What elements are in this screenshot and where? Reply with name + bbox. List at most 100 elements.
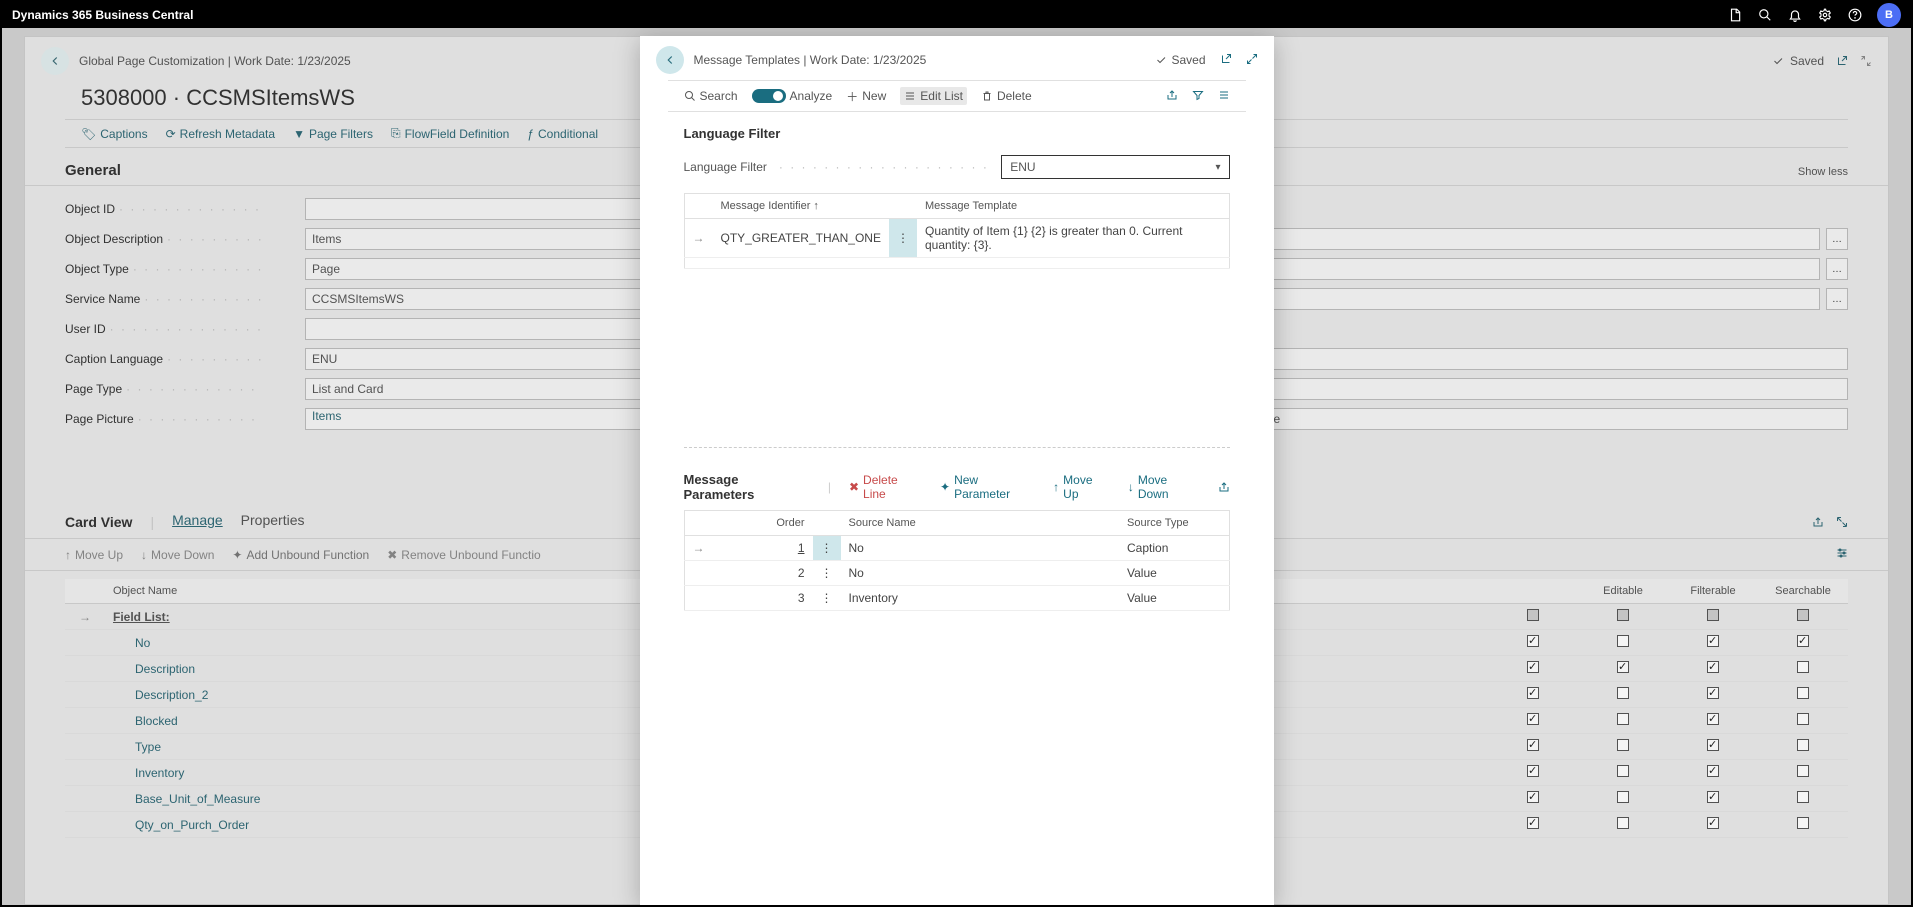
ck[interactable] — [1617, 791, 1629, 803]
list-icon[interactable] — [1218, 89, 1230, 104]
row-arrow[interactable]: → — [684, 219, 713, 258]
moveup[interactable]: ↑ Move Up — [1053, 473, 1110, 501]
movedown[interactable]: ↓ Move Down — [1128, 473, 1200, 501]
ck[interactable] — [1617, 739, 1629, 751]
fieldlist[interactable]: Field List: — [113, 610, 170, 624]
modal-expand-icon[interactable] — [1246, 53, 1258, 68]
filter-icon[interactable] — [1192, 89, 1204, 104]
ck[interactable] — [1797, 739, 1809, 751]
row-options[interactable]: ⋮ — [889, 219, 917, 258]
ck[interactable] — [1527, 791, 1539, 803]
td-source-name[interactable]: No — [841, 536, 1120, 561]
toolbar-refresh[interactable]: ⟳Refresh Metadata — [166, 126, 275, 141]
td-source-name[interactable]: Inventory — [841, 586, 1120, 611]
fld-r1-more[interactable]: … — [1826, 228, 1848, 250]
fld-r4b[interactable] — [1217, 348, 1849, 370]
toggle-icon[interactable] — [752, 89, 786, 103]
fld-r3-more[interactable]: … — [1826, 288, 1848, 310]
ck[interactable] — [1797, 791, 1809, 803]
toolbar-flowfield[interactable]: ⎘FlowField Definition — [391, 126, 509, 141]
row-arrow[interactable]: → — [684, 536, 713, 561]
movedown[interactable]: ↓ Move Down — [141, 548, 214, 562]
share-icon[interactable] — [1166, 89, 1178, 104]
ck[interactable] — [1527, 687, 1539, 699]
back-button-bg[interactable] — [41, 47, 69, 75]
toolbar-conditional[interactable]: ƒConditional — [527, 126, 598, 141]
row-options[interactable]: ⋮ — [813, 586, 841, 611]
ck[interactable] — [1797, 765, 1809, 777]
td-order[interactable]: 3 — [713, 586, 813, 611]
ck[interactable] — [1527, 635, 1539, 647]
ck[interactable] — [1797, 817, 1809, 829]
row-options[interactable]: ⋮ — [813, 561, 841, 586]
fld-r2-more[interactable]: … — [1826, 258, 1848, 280]
ck[interactable] — [1797, 635, 1809, 647]
fld-r2[interactable] — [1217, 258, 1821, 280]
search-icon[interactable] — [1757, 7, 1773, 23]
ck[interactable] — [1797, 713, 1809, 725]
td-source-type[interactable]: Value — [1119, 586, 1229, 611]
tab-manage[interactable]: Manage — [172, 512, 223, 532]
td-source-name[interactable]: No — [841, 561, 1120, 586]
remove-unbound[interactable]: ✖ Remove Unbound Functio — [387, 548, 540, 562]
fld-r5[interactable] — [1217, 378, 1849, 400]
ck[interactable] — [1617, 661, 1629, 673]
ck[interactable] — [1617, 713, 1629, 725]
editlist-button[interactable]: Edit List — [900, 87, 967, 105]
showless[interactable]: Show less — [1798, 166, 1848, 178]
ck[interactable] — [1617, 635, 1629, 647]
analyze-toggle[interactable]: Analyze — [752, 89, 833, 103]
ck[interactable] — [1527, 661, 1539, 673]
td-order[interactable]: 2 — [713, 561, 813, 586]
avatar[interactable]: B — [1877, 3, 1901, 27]
expand-icon[interactable] — [1836, 516, 1848, 528]
delete-line[interactable]: ✖ Delete Line — [849, 473, 922, 501]
ck[interactable] — [1707, 739, 1719, 751]
ck[interactable] — [1527, 765, 1539, 777]
gear-icon[interactable] — [1817, 7, 1833, 23]
ck[interactable] — [1707, 713, 1719, 725]
delete-button[interactable]: Delete — [981, 89, 1032, 103]
ck[interactable] — [1617, 765, 1629, 777]
fld-r3[interactable] — [1217, 288, 1821, 310]
row-options[interactable]: ⋮ — [813, 536, 841, 561]
ck[interactable] — [1707, 635, 1719, 647]
ck[interactable] — [1707, 791, 1719, 803]
ck[interactable] — [1617, 817, 1629, 829]
ck[interactable] — [1707, 661, 1719, 673]
new-parameter[interactable]: ✦ New Parameter — [940, 473, 1035, 501]
doc-icon[interactable] — [1727, 7, 1743, 23]
toolbar-captions[interactable]: 🏷Captions — [81, 126, 148, 141]
ck[interactable] — [1707, 765, 1719, 777]
td-source-type[interactable]: Value — [1119, 561, 1229, 586]
ck[interactable] — [1707, 687, 1719, 699]
fld-r1[interactable] — [1217, 228, 1821, 250]
ck[interactable] — [1797, 687, 1809, 699]
toolbar-filters[interactable]: ▼Page Filters — [293, 126, 373, 141]
td-msg-template[interactable]: Quantity of Item {1} {2} is greater than… — [917, 219, 1229, 258]
td-msg-id[interactable]: QTY_GREATER_THAN_ONE — [713, 219, 889, 258]
modal-popout-icon[interactable] — [1220, 53, 1232, 68]
bell-icon[interactable] — [1787, 7, 1803, 23]
ck[interactable] — [1527, 739, 1539, 751]
ck[interactable] — [1617, 687, 1629, 699]
add-unbound[interactable]: ✦ Add Unbound Function — [232, 548, 369, 562]
th-msg-id[interactable]: Message Identifier ↑ — [713, 194, 889, 219]
share-icon[interactable] — [1812, 516, 1824, 528]
tab-properties[interactable]: Properties — [241, 512, 305, 532]
help-icon[interactable] — [1847, 7, 1863, 23]
collapse-icon[interactable] — [1860, 55, 1872, 67]
new-button[interactable]: ＋New — [846, 88, 886, 105]
ck[interactable] — [1527, 713, 1539, 725]
ck[interactable] — [1797, 661, 1809, 673]
row-arrow[interactable]: → — [65, 604, 105, 630]
moveup[interactable]: ↑ Move Up — [65, 548, 123, 562]
td-order[interactable]: 1 — [798, 541, 805, 555]
td-source-type[interactable]: Caption — [1119, 536, 1229, 561]
settings-icon[interactable] — [1836, 547, 1848, 559]
share-icon[interactable] — [1218, 481, 1230, 493]
search-button[interactable]: Search — [684, 89, 738, 103]
back-button[interactable] — [656, 46, 684, 74]
ck[interactable] — [1527, 817, 1539, 829]
language-filter-select[interactable]: ENU ▾ — [1001, 155, 1229, 179]
